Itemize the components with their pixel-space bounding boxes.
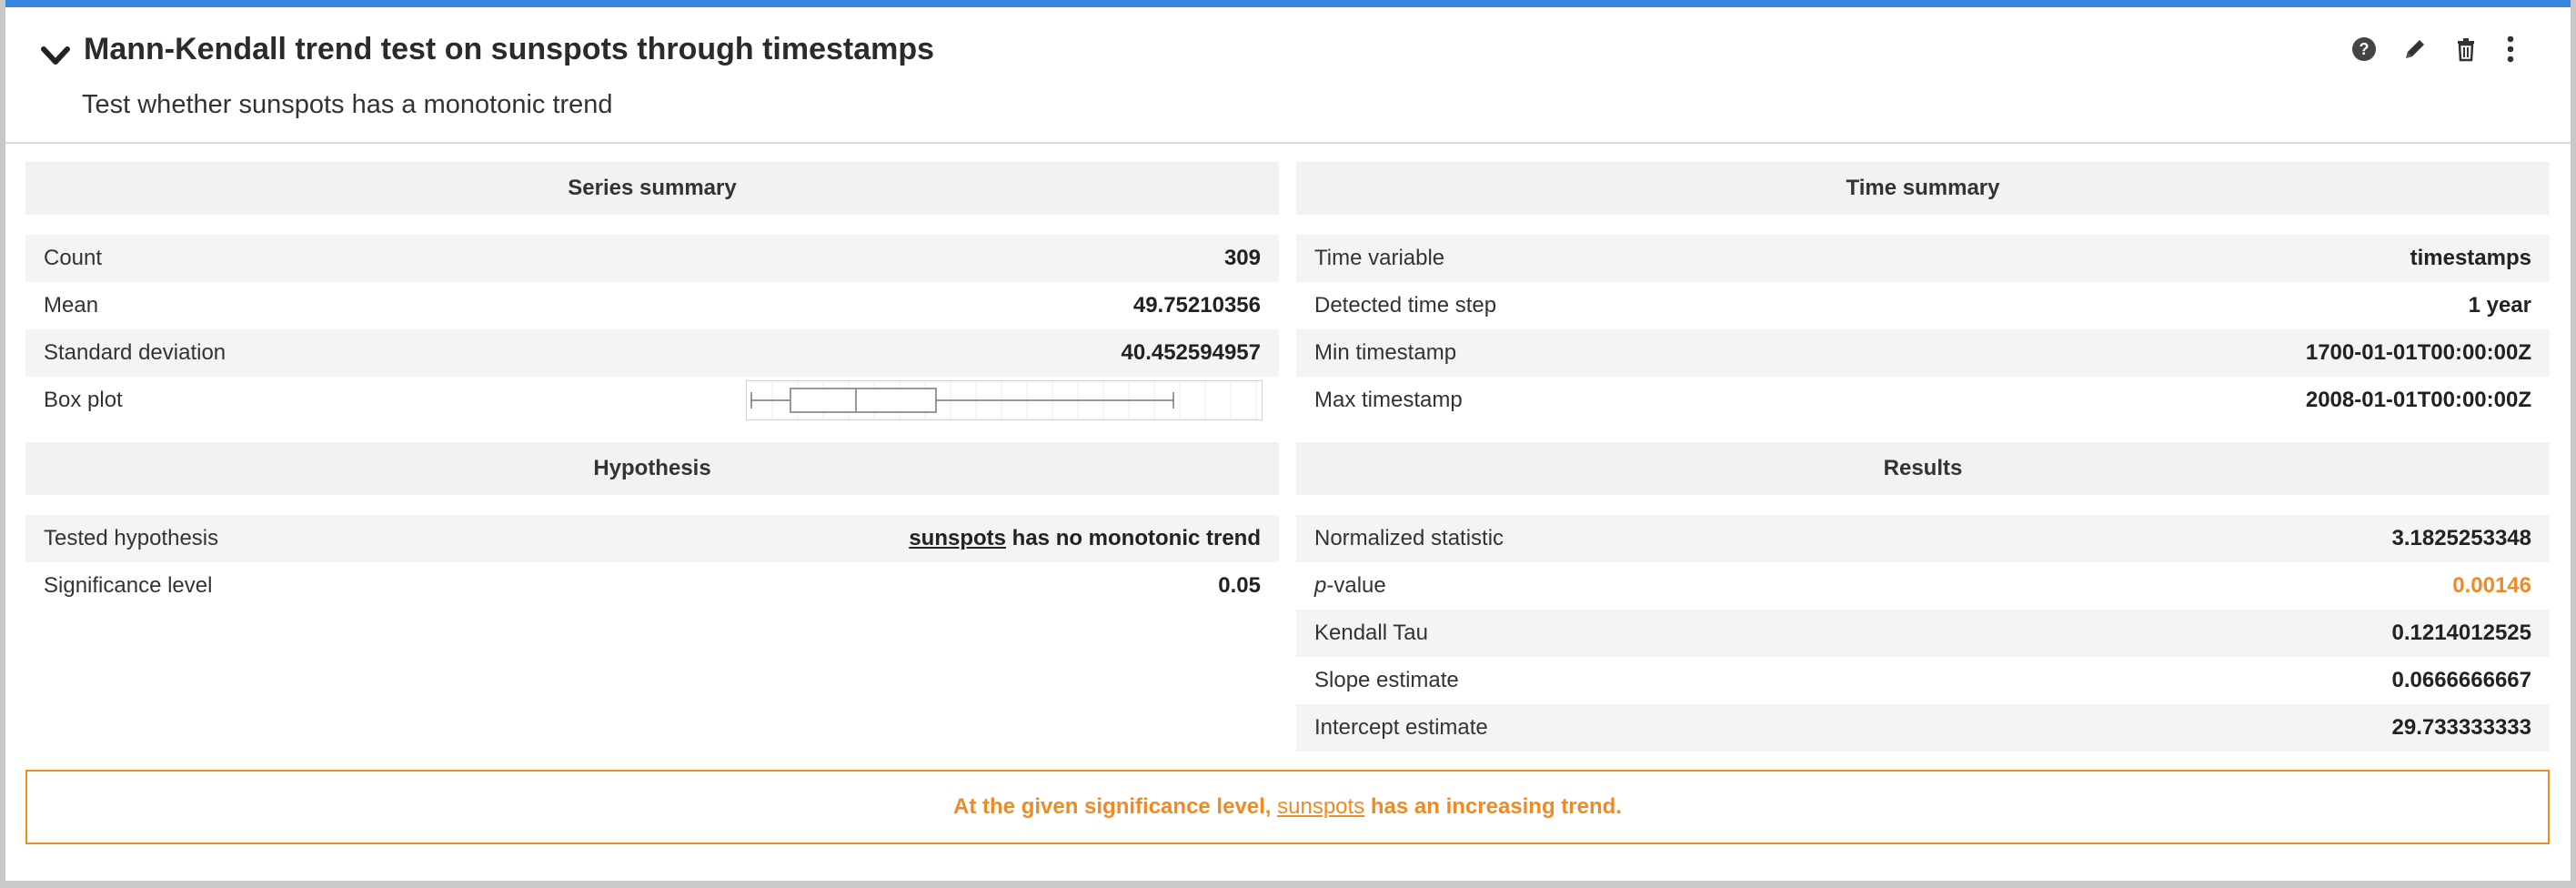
hypothesis-text: has no monotonic trend <box>1006 526 1261 550</box>
row-value: 29.733333333 <box>2391 715 2532 740</box>
card-title: Mann-Kendall trend test on sunspots thro… <box>84 32 935 66</box>
variable-link[interactable]: sunspots <box>1277 794 1364 820</box>
row-value: 0.1214012525 <box>2391 621 2532 645</box>
p-value-label-rest: -value <box>1326 573 1386 598</box>
conclusion-middle: has <box>1364 794 1414 819</box>
time-variable-row: Time variable timestamps <box>1296 235 2550 282</box>
intercept-row: Intercept estimate 29.733333333 <box>1296 704 2550 752</box>
series-summary-panel: Series summary Count 309 Mean 49.7521035… <box>25 162 1279 424</box>
hypothesis-panel: Hypothesis Tested hypothesis sunspots ha… <box>25 442 1279 610</box>
kendall-tau-row: Kendall Tau 0.1214012525 <box>1296 610 2550 657</box>
card-header: Mann-Kendall trend test on sunspots thro… <box>5 7 2571 144</box>
row-label: Box plot <box>44 388 123 412</box>
time-summary-title: Time summary <box>1296 162 2550 215</box>
variable-link[interactable]: sunspots <box>909 526 1006 550</box>
row-label: Intercept estimate <box>1314 715 1488 740</box>
chevron-down-icon[interactable] <box>40 40 71 71</box>
row-value: 0.0666666667 <box>2391 668 2532 692</box>
row-value: 2008-01-01T00:00:00Z <box>2305 388 2531 412</box>
max-timestamp-row: Max timestamp 2008-01-01T00:00:00Z <box>1296 377 2550 424</box>
help-icon[interactable]: ? <box>2350 35 2378 63</box>
row-label: Time variable <box>1314 246 1445 270</box>
box-plot <box>746 380 1263 420</box>
slope-row: Slope estimate 0.0666666667 <box>1296 657 2550 704</box>
hypothesis-title: Hypothesis <box>25 442 1279 495</box>
row-value: 1 year <box>2468 293 2531 318</box>
row-label: Mean <box>44 293 99 318</box>
trash-icon[interactable] <box>2452 35 2480 63</box>
row-value: 49.75210356 <box>1132 293 1261 318</box>
row-label: p-value <box>1314 573 1386 599</box>
row-label: Normalized statistic <box>1314 526 1504 550</box>
header-actions: ? <box>2350 35 2518 64</box>
boxplot-row: Box plot <box>25 377 1279 424</box>
row-value: 1700-01-01T00:00:00Z <box>2305 340 2531 365</box>
row-label: Max timestamp <box>1314 388 1463 412</box>
results-title: Results <box>1296 442 2550 495</box>
min-timestamp-row: Min timestamp 1700-01-01T00:00:00Z <box>1296 329 2550 377</box>
conclusion-prefix: At the given significance level, <box>953 794 1278 819</box>
normalized-statistic-row: Normalized statistic 3.1825253348 <box>1296 515 2550 562</box>
series-summary-title: Series summary <box>25 162 1279 215</box>
row-label: Tested hypothesis <box>44 526 219 550</box>
row-label: Min timestamp <box>1314 340 1457 365</box>
row-value: 3.1825253348 <box>2391 526 2532 550</box>
row-label: Slope estimate <box>1314 668 1459 692</box>
conclusion-result: an increasing trend. <box>1414 794 1622 819</box>
time-summary-panel: Time summary Time variable timestamps De… <box>1296 162 2550 424</box>
svg-text:?: ? <box>2360 40 2370 58</box>
row-value: 40.452594957 <box>1121 340 1262 365</box>
row-label: Detected time step <box>1314 293 1497 318</box>
results-panel: Results Normalized statistic 3.182525334… <box>1296 442 2550 752</box>
row-value: sunspots has no monotonic trend <box>909 526 1261 551</box>
mann-kendall-card: Mann-Kendall trend test on sunspots thro… <box>5 0 2571 881</box>
row-label: Kendall Tau <box>1314 621 1428 645</box>
p-italic: p <box>1314 573 1327 598</box>
more-vertical-icon[interactable] <box>2503 35 2518 64</box>
conclusion-banner: At the given significance level, sunspot… <box>25 770 2550 844</box>
time-step-row: Detected time step 1 year <box>1296 282 2550 329</box>
std-row: Standard deviation 40.452594957 <box>25 329 1279 377</box>
p-value-row: p-value 0.00146 <box>1296 562 2550 610</box>
tested-hypothesis-row: Tested hypothesis sunspots has no monoto… <box>25 515 1279 562</box>
row-label: Significance level <box>44 573 213 598</box>
row-label: Standard deviation <box>44 340 226 365</box>
significance-row: Significance level 0.05 <box>25 562 1279 610</box>
row-value: 0.00146 <box>2452 573 2531 598</box>
pencil-icon[interactable] <box>2401 35 2429 63</box>
row-value: 309 <box>1223 246 1261 270</box>
count-row: Count 309 <box>25 235 1279 282</box>
card-subtitle: Test whether sunspots has a monotonic tr… <box>82 90 613 119</box>
row-label: Count <box>44 246 103 270</box>
mean-row: Mean 49.75210356 <box>25 282 1279 329</box>
row-value: timestamps <box>2410 246 2531 270</box>
row-value: 0.05 <box>1218 573 1261 598</box>
